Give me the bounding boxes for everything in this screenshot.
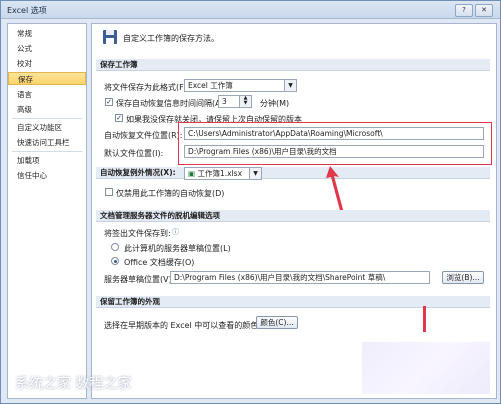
- sidebar-item-customize-ribbon[interactable]: 自定义功能区: [8, 121, 86, 134]
- watermark-pattern: [362, 342, 490, 394]
- sidebar-divider: [12, 151, 82, 152]
- excel-file-icon: ▣: [188, 169, 196, 178]
- spinner-icon[interactable]: ▲ ▼: [239, 96, 251, 107]
- autorecover-minutes-value: 3: [222, 97, 227, 106]
- section-offline-editing: 文档管理服务器文件的脱机编辑选项: [96, 210, 490, 222]
- options-sidebar: 常规 公式 校对 保存 语言 高级 自定义功能区 快速访问工具栏 加载项 信任中…: [7, 23, 87, 399]
- sidebar-item-proofing[interactable]: 校对: [8, 57, 86, 70]
- sidebar-item-general[interactable]: 常规: [8, 27, 86, 40]
- sidebar-item-advanced[interactable]: 高级: [8, 103, 86, 116]
- chevron-down-icon: ▼: [284, 80, 296, 91]
- radio-server-drafts-label: 此计算机的服务器草稿位置(L): [124, 244, 231, 253]
- autorecover-exceptions-label: 自动恢复例外情况(X):: [100, 168, 176, 177]
- save-to-label: 将签出文件保存到:: [104, 229, 171, 238]
- autorecover-location-label: 自动恢复文件位置(R):: [104, 131, 183, 140]
- close-button[interactable]: ✕: [475, 4, 493, 17]
- sidebar-item-addins[interactable]: 加载项: [8, 154, 86, 167]
- info-icon: ⓘ: [172, 228, 179, 236]
- autorecover-checkbox[interactable]: ✓: [105, 98, 113, 106]
- section-autorecover-exceptions: 自动恢复例外情况(X):: [96, 167, 490, 179]
- drafts-location-label: 服务器草稿位置(V):: [104, 275, 175, 284]
- disable-autorecover-label: 仅禁用此工作簿的自动恢复(D): [116, 189, 225, 198]
- autorecover-minutes-input[interactable]: 3 ▲ ▼: [218, 95, 252, 108]
- section-preserve-visual: 保留工作簿的外观: [96, 296, 490, 308]
- browse-button[interactable]: 浏览(B)...: [442, 271, 484, 284]
- colors-label: 选择在早期版本的 Excel 中可以查看的颜色:: [104, 321, 261, 330]
- exception-workbook-value: 工作簿1.xlsx: [197, 169, 243, 178]
- drafts-location-input[interactable]: D:\Program Files (x86)\用户目录\我的文档\SharePo…: [170, 271, 430, 284]
- radio-office-cache-label: Office 文档缓存(O): [124, 258, 195, 267]
- save-format-dropdown[interactable]: Excel 工作簿 ▼: [184, 79, 297, 92]
- minutes-label: 分钟(M): [260, 99, 290, 108]
- sidebar-item-save[interactable]: 保存: [8, 72, 86, 85]
- page-description: 自定义工作簿的保存方法。: [123, 34, 219, 43]
- save-options-panel: 自定义工作簿的保存方法。 保存工作簿 将文件保存为此格式(F): Excel 工…: [91, 23, 497, 399]
- autorecover-label: 保存自动恢复信息时间间隔(A): [116, 99, 224, 108]
- title-bar: Excel 选项 ? ✕: [1, 1, 500, 19]
- exception-workbook-dropdown[interactable]: ▣ 工作簿1.xlsx ▼: [184, 167, 262, 180]
- annotation-highlight-box: [178, 122, 492, 165]
- save-format-label: 将文件保存为此格式(F):: [104, 83, 190, 92]
- sidebar-divider: [12, 118, 82, 119]
- window-title: Excel 选项: [7, 6, 47, 15]
- annotation-mark: [423, 306, 426, 332]
- chevron-down-icon: ▼: [249, 168, 261, 179]
- sidebar-item-language[interactable]: 语言: [8, 88, 86, 101]
- radio-office-cache[interactable]: [111, 257, 119, 265]
- section-save-workbooks: 保存工作簿: [96, 59, 490, 71]
- colors-button[interactable]: 颜色(C)...: [256, 316, 298, 329]
- radio-server-drafts[interactable]: [111, 243, 119, 251]
- sidebar-item-formulas[interactable]: 公式: [8, 42, 86, 55]
- disable-autorecover-checkbox[interactable]: [105, 188, 113, 196]
- excel-options-window: Excel 选项 ? ✕ 常规 公式 校对 保存 语言 高级 自定义功能区 快速…: [0, 0, 501, 404]
- sidebar-item-quick-access[interactable]: 快速访问工具栏: [8, 136, 86, 149]
- watermark-text: 系统之家 数程之家: [15, 376, 132, 392]
- help-button[interactable]: ?: [455, 4, 473, 17]
- default-location-label: 默认文件位置(I):: [104, 149, 164, 158]
- save-disk-icon: [103, 30, 117, 44]
- keep-last-version-checkbox[interactable]: ✓: [115, 114, 123, 122]
- sidebar-item-trust-center[interactable]: 信任中心: [8, 169, 86, 182]
- save-format-value: Excel 工作簿: [188, 81, 233, 90]
